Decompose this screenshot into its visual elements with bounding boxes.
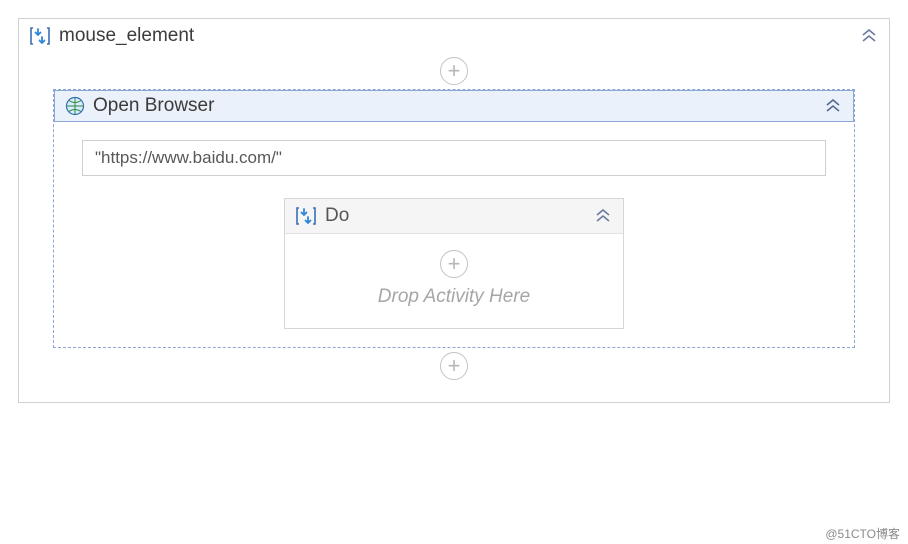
url-value: "https://www.baidu.com/" [95,148,282,168]
drop-zone[interactable]: Drop Activity Here [285,234,623,328]
do-header: Do [285,199,623,234]
add-activity-inner-row [285,246,623,282]
watermark: @51CTO博客 [825,525,900,542]
sequence-icon [295,205,317,227]
collapse-icon[interactable] [593,207,613,225]
drop-hint: Drop Activity Here [285,286,623,308]
add-activity-bottom-row [19,348,889,384]
sequence-container[interactable]: mouse_element Open Browser [18,18,890,403]
sequence-header: mouse_element [19,19,889,53]
sequence-icon [29,25,51,47]
add-activity-button[interactable] [440,352,468,380]
open-browser-header: Open Browser [54,90,854,122]
globe-icon [65,96,85,116]
add-activity-top-row [19,53,889,89]
open-browser-container[interactable]: Open Browser "https://www.baidu.com/" [53,89,855,348]
sequence-title: mouse_element [59,25,194,47]
collapse-icon[interactable] [859,27,879,45]
url-input[interactable]: "https://www.baidu.com/" [82,140,826,176]
collapse-icon[interactable] [823,97,843,115]
open-browser-title: Open Browser [93,95,214,117]
url-row: "https://www.baidu.com/" [54,122,854,186]
add-activity-button[interactable] [440,57,468,85]
do-title: Do [325,205,349,227]
add-activity-button[interactable] [440,250,468,278]
do-container[interactable]: Do Drop Activity Here [284,198,624,329]
